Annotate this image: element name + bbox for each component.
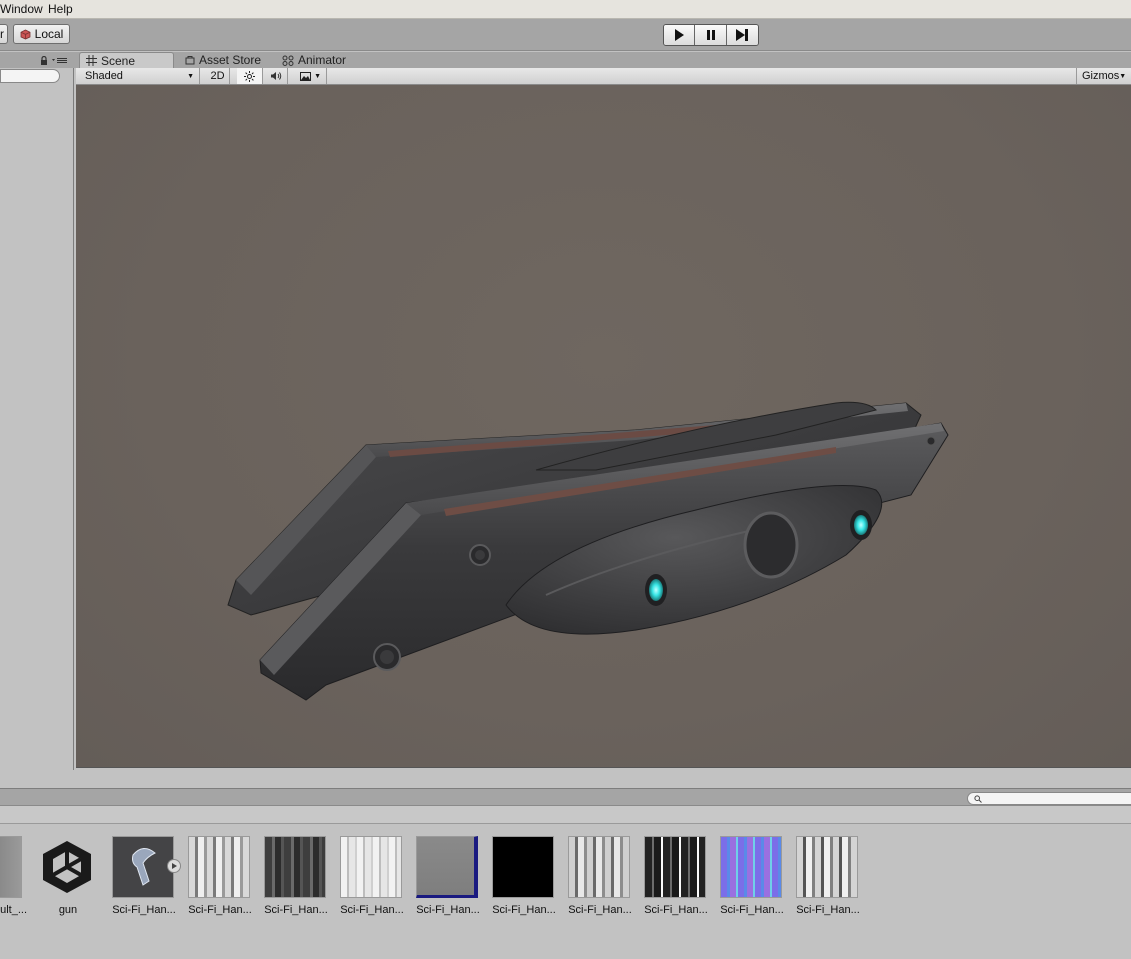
menu-help[interactable]: Help — [48, 2, 73, 16]
view-tabs: Scene Asset Store Animator — [74, 52, 1131, 68]
draw-mode-value: Shaded — [85, 70, 123, 82]
play-button[interactable] — [664, 25, 696, 45]
search-icon — [974, 795, 982, 803]
asset-thumbnail — [568, 836, 630, 898]
scifi-handgun-model — [227, 401, 949, 701]
step-icon — [736, 29, 749, 41]
lock-icon[interactable] — [40, 56, 48, 65]
asset-thumbnail — [112, 836, 181, 898]
asset-item[interactable]: Sci-Fi_Han... — [492, 836, 556, 916]
hierarchy-panel — [0, 52, 74, 770]
tab-asset-store-label: Asset Store — [199, 53, 262, 67]
asset-label: Sci-Fi_Han... — [188, 904, 252, 916]
project-search-input[interactable] — [967, 792, 1131, 805]
2d-label: 2D — [210, 70, 225, 82]
pivot-toggle[interactable]: r — [0, 24, 8, 44]
playback-controls — [663, 24, 759, 46]
panel-menu-icon[interactable] — [52, 57, 68, 64]
asset-label: Sci-Fi_Han... — [416, 904, 480, 916]
local-label: Local — [34, 27, 64, 41]
main-toolbar: r Local — [0, 19, 1131, 51]
dropdown-arrow-icon: ▼ — [187, 72, 194, 80]
sun-icon — [244, 70, 255, 82]
unity-logo-icon — [36, 836, 98, 898]
asset-thumbnail — [188, 836, 250, 898]
draw-mode-dropdown[interactable]: Shaded ▼ — [80, 68, 200, 84]
asset-thumbnail — [644, 836, 706, 898]
asset-label: Sci-Fi_Han... — [340, 904, 404, 916]
asset-item[interactable]: Sci-Fi_Han... — [568, 836, 632, 916]
gizmos-arrow-icon: ▼ — [1119, 72, 1127, 80]
asset-label: Sci-Fi_Han... — [112, 904, 176, 916]
image-icon — [300, 71, 311, 81]
menu-window[interactable]: Window — [0, 2, 43, 16]
asset-item[interactable]: Sci-Fi_Han... — [112, 836, 181, 916]
store-icon — [185, 56, 195, 65]
hierarchy-header — [0, 52, 74, 68]
asset-label: Sci-Fi_Han... — [796, 904, 860, 916]
play-icon — [675, 29, 685, 41]
asset-thumbnail — [0, 836, 22, 898]
tab-animator[interactable]: Animator — [276, 52, 366, 68]
asset-item[interactable]: Sci-Fi_Han... — [796, 836, 860, 916]
project-header — [0, 788, 1131, 806]
tab-scene-label: Scene — [101, 53, 136, 68]
asset-item[interactable]: Sci-Fi_Han... — [416, 836, 480, 916]
asset-thumbnail — [796, 836, 858, 898]
gizmos-dropdown[interactable]: Gizmos ▼ — [1076, 68, 1131, 84]
speaker-icon — [270, 72, 281, 80]
grid-icon — [86, 55, 97, 66]
step-button[interactable] — [726, 25, 758, 45]
hierarchy-search-input[interactable] — [0, 69, 60, 83]
asset-label: Sci-Fi_Han... — [720, 904, 784, 916]
menu-bar: Window Help — [0, 0, 1131, 19]
asset-thumbnail — [720, 836, 782, 898]
animator-icon — [282, 55, 294, 66]
project-breadcrumb-bar — [0, 806, 1131, 824]
pause-button[interactable] — [695, 25, 727, 45]
asset-label: Sci-Fi_Han... — [492, 904, 556, 916]
scene-viewport[interactable] — [76, 85, 1131, 768]
asset-label: Sci-Fi_Han... — [568, 904, 632, 916]
asset-grid: ult_... gun Sci-Fi_Han... Sci-Fi_Han... — [0, 825, 1131, 959]
pause-icon — [706, 30, 715, 40]
asset-item[interactable]: gun — [36, 836, 100, 916]
asset-label: ult_... — [0, 904, 27, 916]
cube-icon — [20, 29, 31, 39]
asset-item[interactable]: Sci-Fi_Han... — [340, 836, 404, 916]
asset-item[interactable]: Sci-Fi_Han... — [644, 836, 708, 916]
asset-label: Sci-Fi_Han... — [644, 904, 708, 916]
asset-item[interactable]: Sci-Fi_Han... — [720, 836, 784, 916]
tab-asset-store[interactable]: Asset Store — [179, 52, 274, 68]
asset-item[interactable]: Sci-Fi_Han... — [188, 836, 252, 916]
audio-toggle[interactable] — [264, 68, 288, 84]
gizmos-label: Gizmos — [1082, 70, 1120, 82]
asset-item[interactable]: ult_... — [0, 836, 27, 916]
effects-dropdown[interactable]: ▼ — [295, 68, 327, 84]
tab-scene[interactable]: Scene — [79, 52, 174, 68]
asset-thumbnail — [340, 836, 402, 898]
expand-arrow-icon[interactable] — [167, 859, 181, 873]
asset-thumbnail — [492, 836, 554, 898]
asset-label: Sci-Fi_Han... — [264, 904, 328, 916]
asset-thumbnail — [416, 836, 478, 898]
effects-arrow-icon: ▼ — [314, 72, 321, 80]
local-toggle[interactable]: Local — [13, 24, 70, 44]
asset-item[interactable]: Sci-Fi_Han... — [264, 836, 328, 916]
lighting-toggle[interactable] — [237, 68, 263, 84]
asset-label: gun — [58, 904, 78, 916]
asset-thumbnail — [264, 836, 326, 898]
tab-animator-label: Animator — [298, 53, 347, 67]
2d-toggle[interactable]: 2D — [206, 68, 230, 84]
pivot-label: r — [0, 27, 4, 41]
scene-toolbar: Shaded ▼ 2D ▼ Gizmos ▼ — [76, 68, 1131, 85]
